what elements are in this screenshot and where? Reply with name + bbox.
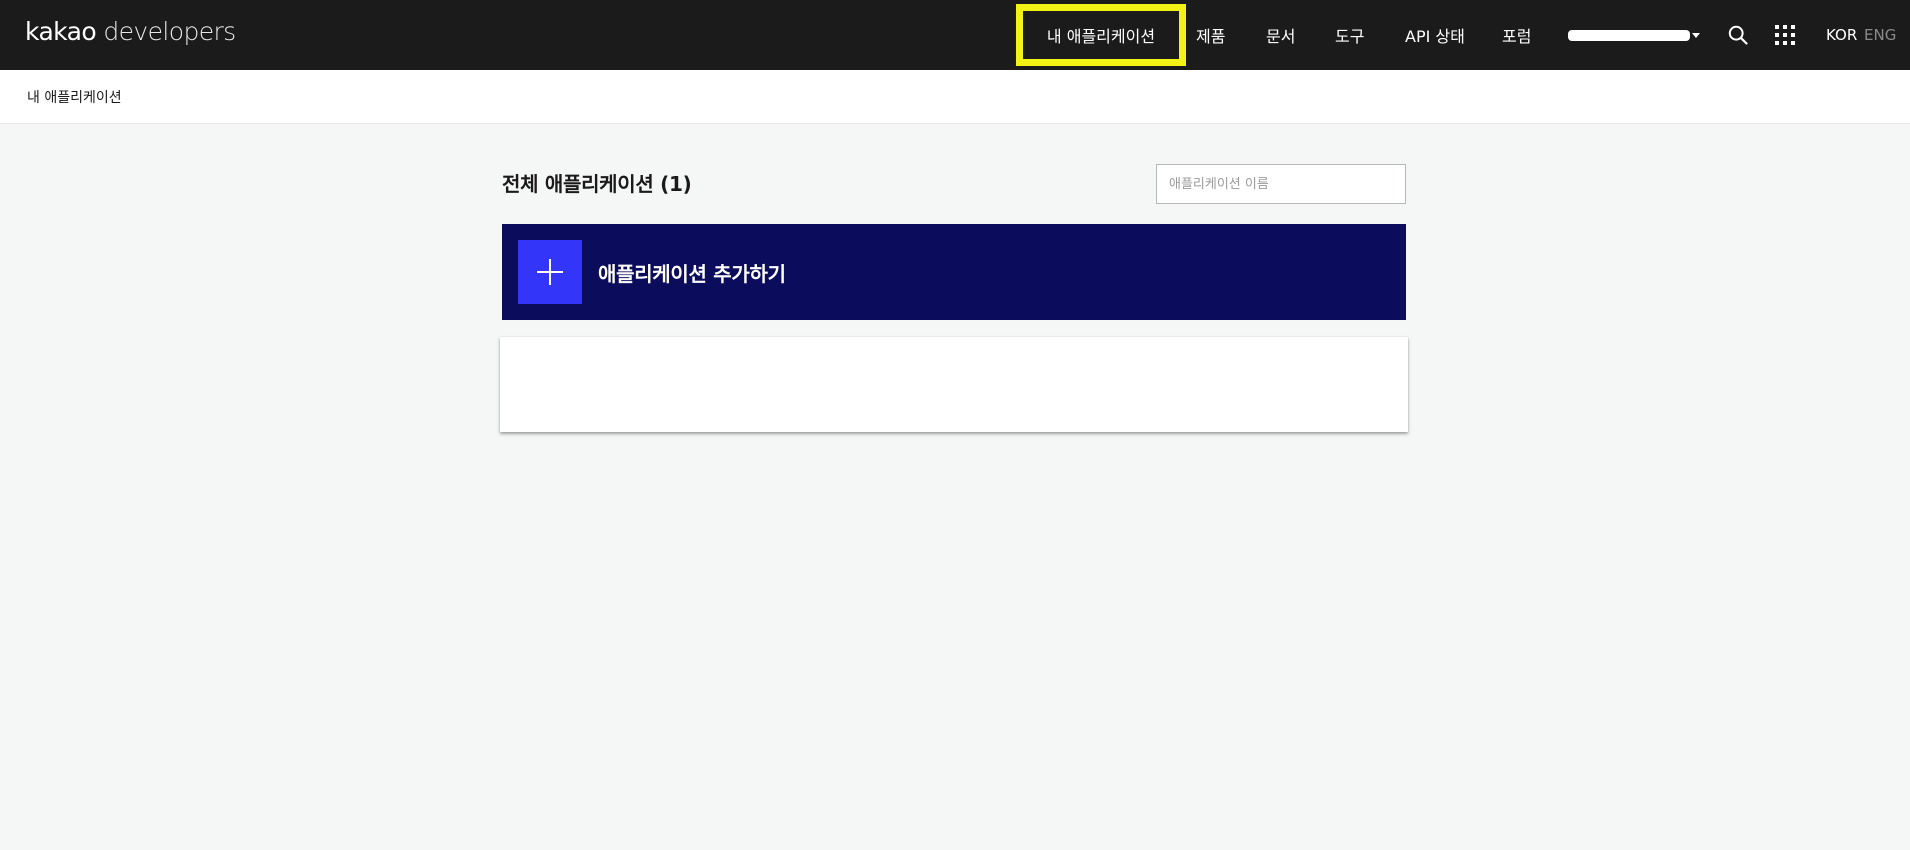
logo-developers: developers: [103, 17, 236, 46]
nav-docs[interactable]: 문서: [1266, 0, 1295, 70]
lang-kor-button[interactable]: KOR: [1826, 0, 1857, 70]
nav-my-applications-label: 내 애플리케이션: [1046, 27, 1156, 46]
kakao-developers-logo[interactable]: kakao developers: [25, 17, 236, 46]
lang-kor-label: KOR: [1826, 26, 1858, 44]
redacted-account-name: [1568, 29, 1690, 41]
plus-icon: [518, 240, 582, 304]
search-icon: [1728, 25, 1748, 45]
top-navigation-bar: kakao developers 내 애플리케이션 제품 문서 도구 API 상…: [0, 0, 1910, 70]
chevron-down-icon: [1692, 32, 1700, 38]
nav-docs-label: 문서: [1266, 27, 1296, 46]
nav-products-label: 제품: [1196, 27, 1226, 46]
account-menu[interactable]: [1568, 0, 1700, 70]
lang-eng-label: ENG: [1864, 26, 1897, 44]
nav-api-status-label: API 상태: [1405, 27, 1465, 46]
lang-eng-button[interactable]: ENG: [1864, 0, 1896, 70]
application-card[interactable]: [500, 337, 1408, 432]
search-button[interactable]: [1724, 0, 1752, 70]
page-title: 전체 애플리케이션 (1): [502, 172, 692, 196]
breadcrumb: 내 애플리케이션: [0, 70, 1910, 124]
breadcrumb-current: 내 애플리케이션: [27, 90, 122, 106]
nav-api-status[interactable]: API 상태: [1405, 0, 1465, 70]
add-application-button[interactable]: 애플리케이션 추가하기: [502, 224, 1406, 320]
nav-forum-label: 포럼: [1502, 27, 1532, 46]
nav-my-applications[interactable]: 내 애플리케이션: [1016, 4, 1186, 66]
nav-forum[interactable]: 포럼: [1502, 0, 1531, 70]
logo-kakao: kakao: [25, 17, 97, 46]
apps-grid-button[interactable]: [1773, 0, 1797, 70]
nav-products[interactable]: 제품: [1196, 0, 1225, 70]
nav-tools[interactable]: 도구: [1335, 0, 1364, 70]
add-application-label: 애플리케이션 추가하기: [598, 262, 786, 286]
grid-icon: [1775, 25, 1795, 45]
nav-tools-label: 도구: [1335, 27, 1365, 46]
application-name-search-input[interactable]: [1156, 164, 1406, 204]
